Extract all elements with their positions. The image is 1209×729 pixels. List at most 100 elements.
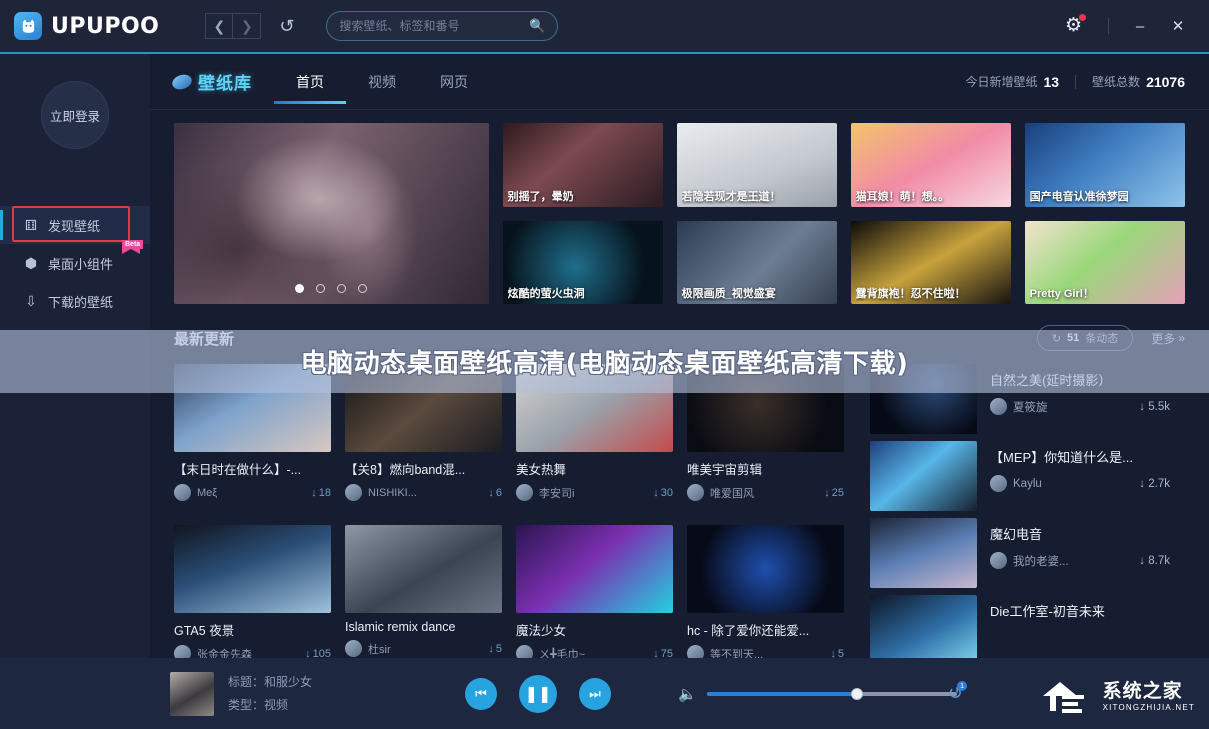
player-info: 标题：和服少女 类型：视频 bbox=[228, 671, 312, 717]
forward-button[interactable]: ❯ bbox=[233, 13, 262, 39]
featured-tile[interactable]: 露背旗袍！忍不住啦！ bbox=[850, 220, 1011, 304]
item-body: 【MEP】你知道什么是... Kaylu ↓ 2.7k bbox=[977, 441, 1170, 515]
next-button[interactable]: ⏭ bbox=[579, 677, 611, 710]
featured-tile[interactable]: 猫耳娘！萌！想。。 bbox=[850, 123, 1011, 207]
pause-button[interactable]: ❚❚ bbox=[519, 674, 557, 713]
loop-button[interactable]: ↺ 1 bbox=[948, 681, 968, 704]
tab-label: 首页 bbox=[296, 73, 324, 90]
search-box[interactable]: 🔍 bbox=[326, 11, 559, 41]
item-downloads: ↓ 8.7k bbox=[1139, 554, 1170, 567]
site-text-block: 系统之家 XITONGZHIJIA.NET bbox=[1103, 676, 1195, 712]
card-thumbnail bbox=[516, 525, 673, 613]
item-title: 【MEP】你知道什么是... bbox=[990, 450, 1134, 465]
tab-label: 网页 bbox=[440, 73, 468, 90]
featured-tile[interactable]: 若隐若现才是王道！ bbox=[676, 123, 837, 207]
tab-bar: 壁纸库 首页 视频 网页 今日新增壁纸 13 壁纸总数 21076 bbox=[150, 54, 1209, 110]
tab-webpage[interactable]: 网页 bbox=[440, 54, 468, 110]
loop-icon[interactable]: ↺ 1 bbox=[948, 681, 968, 703]
list-item[interactable]: 魔幻电音 我的老婆... ↓ 8.7k bbox=[870, 518, 1170, 592]
carousel-dot[interactable] bbox=[316, 284, 326, 293]
app-name: UPUPOO bbox=[51, 13, 160, 39]
carousel-dots bbox=[295, 284, 368, 293]
item-meta: 我的老婆... ↓ 8.7k bbox=[990, 552, 1170, 569]
tile-caption: 若隐若现才是王道！ bbox=[681, 190, 781, 203]
card-meta: NISHIKI... ↓ 6 bbox=[345, 484, 502, 501]
sidebar-item-downloads[interactable]: ⇩ 下载的壁纸 bbox=[0, 282, 150, 320]
app-logo: UPUPOO bbox=[14, 12, 159, 40]
featured-tile[interactable]: Pretty Girl！ bbox=[1024, 220, 1185, 304]
tab-home[interactable]: 首页 bbox=[296, 54, 324, 110]
avatar bbox=[990, 552, 1007, 569]
featured-tile[interactable]: 国产电音认准徐梦园 bbox=[1024, 123, 1185, 207]
settings-button[interactable]: ⚙ bbox=[1055, 12, 1092, 40]
item-body: 魔幻电音 我的老婆... ↓ 8.7k bbox=[977, 518, 1170, 592]
carousel-dot[interactable] bbox=[337, 284, 347, 293]
close-button[interactable]: ✕ bbox=[1163, 11, 1193, 41]
update-card[interactable]: 魔法少女 ㄨ╋毛巾~ ↓ 75 bbox=[516, 525, 673, 672]
upupoo-app-window: UPUPOO ❮ ❯ ↺ 🔍 ⚙ ‒ ✕ 立即登录 ⚅ bbox=[0, 0, 1209, 729]
item-meta: 夏筱旋 ↓ 5.5k bbox=[990, 398, 1170, 415]
tile-caption: 极限画质_视觉盛宴 bbox=[681, 288, 776, 300]
minimize-button[interactable]: ‒ bbox=[1125, 11, 1155, 41]
beta-badge: Beta bbox=[122, 240, 144, 254]
card-title: 唯美宇宙剪辑 bbox=[687, 463, 763, 477]
card-meta: 杜sir ↓ 5 bbox=[345, 640, 502, 657]
hero-artwork bbox=[174, 123, 489, 304]
site-name: 系统之家 bbox=[1102, 680, 1183, 702]
item-downloads: ↓ 5.5k bbox=[1139, 400, 1170, 413]
sidebar-item-label: 桌面小组件 bbox=[48, 256, 114, 272]
watermark-banner: 电脑动态桌面壁纸高清(电脑动态桌面壁纸高清下载) bbox=[0, 330, 1209, 393]
watermark-text: 电脑动态桌面壁纸高清(电脑动态桌面壁纸高清下载) bbox=[300, 349, 909, 379]
player-controls: ⏮ ❚❚ ⏭ bbox=[465, 674, 611, 713]
item-author: 我的老婆... bbox=[1013, 555, 1069, 568]
item-downloads: ↓ 2.7k bbox=[1139, 477, 1170, 490]
tile-caption: 猫耳娘！萌！想。。 bbox=[855, 190, 950, 203]
item-thumbnail bbox=[870, 595, 977, 665]
previous-button[interactable]: ⏮ bbox=[465, 677, 497, 710]
login-button[interactable]: 立即登录 bbox=[41, 81, 109, 149]
tile-caption: 炫酷的萤火虫洞 bbox=[507, 288, 585, 300]
card-thumbnail bbox=[174, 525, 331, 613]
widget-icon: ⬢ bbox=[24, 254, 38, 271]
featured-tile[interactable]: 极限画质_视觉盛宴 bbox=[676, 220, 837, 304]
wallpaper-stats: 今日新增壁纸 13 壁纸总数 21076 bbox=[965, 73, 1185, 90]
carousel-hero[interactable] bbox=[174, 123, 489, 304]
navigation-buttons: ❮ ❯ ↺ bbox=[205, 13, 294, 39]
list-item[interactable]: 【MEP】你知道什么是... Kaylu ↓ 2.7k bbox=[870, 441, 1170, 515]
carousel-dot[interactable] bbox=[358, 284, 368, 293]
sidebar-item-label: 发现壁纸 bbox=[48, 218, 101, 234]
tab-label: 视频 bbox=[368, 73, 396, 90]
card-downloads: ↓ 30 bbox=[653, 486, 673, 499]
featured-tile[interactable]: 别摇了，晕奶 bbox=[502, 123, 663, 207]
tile-caption: 露背旗袍！忍不住啦！ bbox=[855, 288, 966, 300]
sidebar-item-widgets[interactable]: ⬢ 桌面小组件 Beta bbox=[0, 240, 150, 282]
library-label: 壁纸库 bbox=[198, 74, 252, 93]
search-input[interactable] bbox=[339, 19, 530, 33]
item-title: Die工作室-初音未来 bbox=[990, 604, 1105, 619]
card-meta: 唯爱国风 ↓ 25 bbox=[687, 484, 844, 501]
back-button[interactable]: ❮ bbox=[205, 13, 234, 39]
volume-icon[interactable]: 🔈 bbox=[678, 685, 697, 703]
update-card[interactable]: GTA5 夜景 张金金先森 ↓ 105 bbox=[174, 525, 331, 672]
card-downloads: ↓ 5 bbox=[488, 642, 502, 655]
card-downloads: ↓ 18 bbox=[311, 486, 331, 499]
card-title: Islamic remix dance bbox=[345, 620, 456, 634]
sidebar-item-label: 下载的壁纸 bbox=[48, 294, 114, 310]
carousel-dot[interactable] bbox=[295, 284, 305, 293]
update-card[interactable]: hc - 除了爱你还能爱... 等不到天... ↓ 5 bbox=[687, 525, 844, 672]
volume-slider[interactable] bbox=[706, 687, 957, 700]
tab-video[interactable]: 视频 bbox=[368, 54, 396, 110]
avatar bbox=[687, 484, 704, 501]
featured-tile[interactable]: 炫酷的萤火虫洞 bbox=[502, 220, 663, 304]
player-title: 标题：和服少女 bbox=[228, 674, 313, 689]
login-label: 立即登录 bbox=[49, 109, 100, 124]
sidebar-item-discover[interactable]: ⚅ 发现壁纸 bbox=[0, 206, 150, 244]
card-downloads: ↓ 25 bbox=[824, 486, 844, 499]
update-card[interactable]: Islamic remix dance 杜sir ↓ 5 bbox=[345, 525, 502, 672]
featured-tiles: 别摇了，晕奶 若隐若现才是王道！ 猫耳娘！萌！想。。 国产电音认准徐梦园 炫酷的… bbox=[502, 123, 1185, 304]
refresh-icon[interactable]: ↺ bbox=[279, 16, 294, 37]
update-grid: 【末日时在做什么】-... Meξ ↓ 18 【关8】燃向band混... NIS… bbox=[174, 364, 854, 672]
volume-knob[interactable] bbox=[850, 687, 863, 700]
search-icon[interactable]: 🔍 bbox=[529, 18, 545, 34]
avatar bbox=[516, 484, 533, 501]
